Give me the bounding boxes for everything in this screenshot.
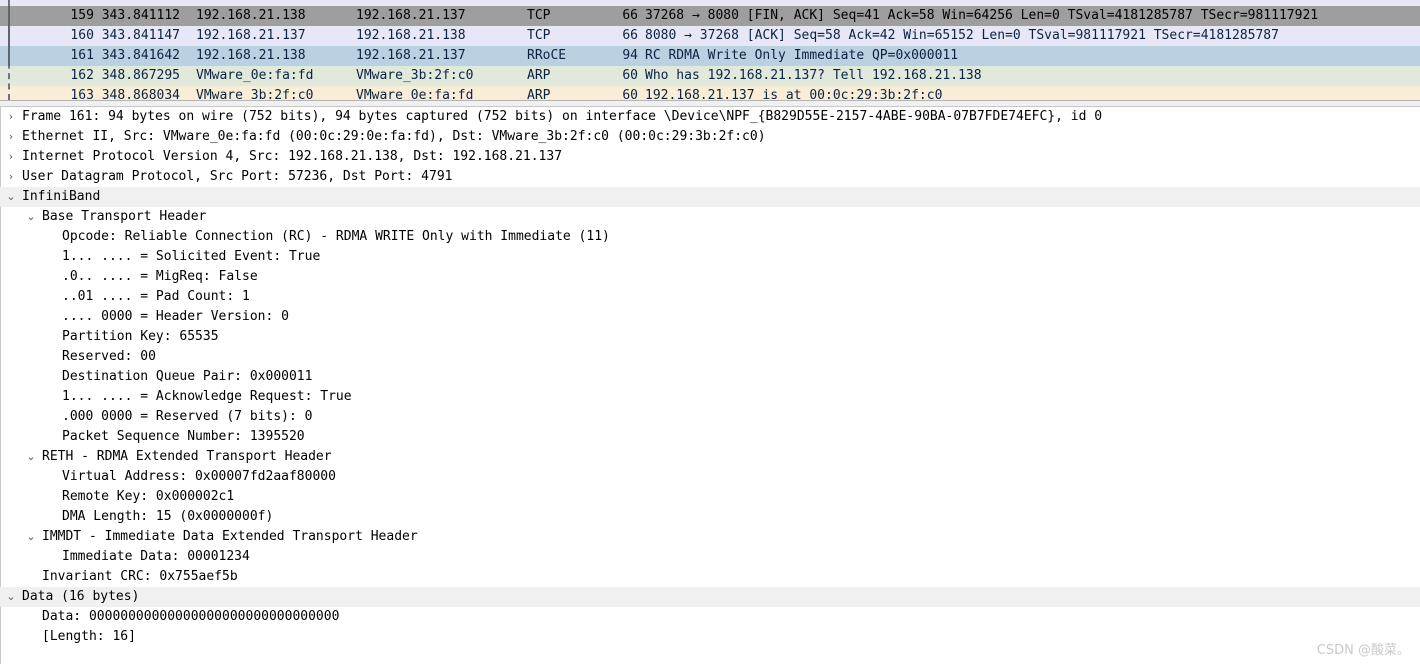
detail-field-label: [Length: 16] — [42, 629, 136, 644]
packet-no-time: 159 343.841112 — [70, 8, 180, 23]
detail-field-pad-count[interactable]: ..01 .... = Pad Count: 1 — [0, 287, 1420, 307]
detail-field-reserved-7-bits[interactable]: .000 0000 = Reserved (7 bits): 0 — [0, 407, 1420, 427]
packet-protocol: RRoCE — [527, 48, 567, 63]
chevron-down-icon[interactable]: ⌄ — [4, 187, 18, 207]
detail-node-label: Base Transport Header — [42, 209, 207, 224]
table-row[interactable]: 159 343.841112 192.168.21.138 192.168.21… — [0, 6, 1420, 26]
detail-node-immdt[interactable]: ⌄ IMMDT - Immediate Data Extended Transp… — [0, 527, 1420, 547]
detail-field-label: .000 0000 = Reserved (7 bits): 0 — [62, 409, 313, 424]
chevron-right-icon[interactable]: › — [4, 127, 18, 147]
detail-field-immediate-data[interactable]: Immediate Data: 00001234 — [0, 547, 1420, 567]
packet-no-time: 161 343.841642 — [70, 48, 180, 63]
packet-no-time: 163 348.868034 — [70, 88, 180, 100]
detail-field-label: Invariant CRC: 0x755aef5b — [42, 569, 238, 584]
packet-no-time: 162 348.867295 — [70, 68, 180, 83]
detail-field-dma-length[interactable]: DMA Length: 15 (0x0000000f) — [0, 507, 1420, 527]
chevron-right-icon[interactable]: › — [4, 147, 18, 167]
packet-protocol: ARP — [527, 68, 551, 83]
packet-length: 66 — [622, 28, 638, 43]
detail-field-label: Virtual Address: 0x00007fd2aaf80000 — [62, 469, 336, 484]
detail-node-label: Data (16 bytes) — [22, 589, 140, 604]
detail-node-data[interactable]: ⌄ Data (16 bytes) — [0, 587, 1420, 607]
detail-field-data-length[interactable]: [Length: 16] — [0, 627, 1420, 647]
detail-field-label: Remote Key: 0x000002c1 — [62, 489, 235, 504]
table-row[interactable]: 162 348.867295 VMware_0e:fa:fd VMware_3b… — [0, 66, 1420, 86]
detail-field-solicited-event[interactable]: 1... .... = Solicited Event: True — [0, 247, 1420, 267]
detail-node-label: IMMDT - Immediate Data Extended Transpor… — [42, 529, 418, 544]
csdn-watermark: CSDN @酸菜。 — [1316, 643, 1410, 658]
detail-field-packet-sequence-number[interactable]: Packet Sequence Number: 1395520 — [0, 427, 1420, 447]
detail-field-opcode[interactable]: Opcode: Reliable Connection (RC) - RDMA … — [0, 227, 1420, 247]
detail-node-label: RETH - RDMA Extended Transport Header — [42, 449, 332, 464]
table-row[interactable]: 161 343.841642 192.168.21.138 192.168.21… — [0, 46, 1420, 66]
table-row[interactable]: 163 348.868034 VMware_3b:2f:c0 VMware_0e… — [0, 86, 1420, 100]
detail-field-invariant-crc[interactable]: Invariant CRC: 0x755aef5b — [0, 567, 1420, 587]
detail-node-ethernet[interactable]: › Ethernet II, Src: VMware_0e:fa:fd (00:… — [0, 127, 1420, 147]
packet-info: 192.168.21.137 is at 00:0c:29:3b:2f:c0 — [645, 88, 943, 100]
detail-field-reserved[interactable]: Reserved: 00 — [0, 347, 1420, 367]
detail-node-label: Ethernet II, Src: VMware_0e:fa:fd (00:0c… — [22, 129, 766, 144]
detail-field-label: Partition Key: 65535 — [62, 329, 219, 344]
detail-field-remote-key[interactable]: Remote Key: 0x000002c1 — [0, 487, 1420, 507]
chevron-down-icon[interactable]: ⌄ — [24, 447, 38, 467]
detail-field-label: ..01 .... = Pad Count: 1 — [62, 289, 250, 304]
detail-field-label: Packet Sequence Number: 1395520 — [62, 429, 305, 444]
detail-node-ipv4[interactable]: › Internet Protocol Version 4, Src: 192.… — [0, 147, 1420, 167]
detail-node-infiniband[interactable]: ⌄ InfiniBand — [0, 187, 1420, 207]
detail-field-label: Data: 00000000000000000000000000000000 — [42, 609, 340, 624]
detail-field-label: 1... .... = Solicited Event: True — [62, 249, 321, 264]
detail-field-destination-queue-pair[interactable]: Destination Queue Pair: 0x000011 — [0, 367, 1420, 387]
packet-protocol: TCP — [527, 28, 551, 43]
pane-splitter[interactable] — [0, 100, 1420, 107]
detail-node-udp[interactable]: › User Datagram Protocol, Src Port: 5723… — [0, 167, 1420, 187]
detail-node-base-transport-header[interactable]: ⌄ Base Transport Header — [0, 207, 1420, 227]
chevron-down-icon[interactable]: ⌄ — [24, 207, 38, 227]
packet-protocol: TCP — [527, 8, 551, 23]
detail-node-reth[interactable]: ⌄ RETH - RDMA Extended Transport Header — [0, 447, 1420, 467]
detail-field-label: 1... .... = Acknowledge Request: True — [62, 389, 352, 404]
detail-field-label: DMA Length: 15 (0x0000000f) — [62, 509, 274, 524]
packet-list-pane[interactable]: 159 343.841112 192.168.21.138 192.168.21… — [0, 0, 1420, 100]
packet-detail-pane[interactable]: › Frame 161: 94 bytes on wire (752 bits)… — [0, 107, 1420, 664]
detail-node-frame[interactable]: › Frame 161: 94 bytes on wire (752 bits)… — [0, 107, 1420, 127]
chevron-down-icon[interactable]: ⌄ — [24, 527, 38, 547]
detail-node-label: Frame 161: 94 bytes on wire (752 bits), … — [22, 109, 1103, 124]
packet-length: 60 — [622, 88, 638, 100]
detail-field-label: Opcode: Reliable Connection (RC) - RDMA … — [62, 229, 610, 244]
chevron-right-icon[interactable]: › — [4, 167, 18, 187]
detail-field-virtual-address[interactable]: Virtual Address: 0x00007fd2aaf80000 — [0, 467, 1420, 487]
packet-no-time: 160 343.841147 — [70, 28, 180, 43]
detail-node-label: InfiniBand — [22, 189, 101, 204]
chevron-right-icon[interactable]: › — [4, 107, 18, 127]
packet-length: 60 — [622, 68, 638, 83]
detail-field-label: Destination Queue Pair: 0x000011 — [62, 369, 313, 384]
packet-info: 8080 → 37268 [ACK] Seq=58 Ack=42 Win=651… — [645, 28, 1279, 43]
packet-length: 66 — [622, 8, 638, 23]
packet-info: RC RDMA Write Only Immediate QP=0x000011 — [645, 48, 959, 63]
detail-field-migreq[interactable]: .0.. .... = MigReq: False — [0, 267, 1420, 287]
detail-field-label: .... 0000 = Header Version: 0 — [62, 309, 289, 324]
packet-protocol: ARP — [527, 88, 551, 100]
detail-field-partition-key[interactable]: Partition Key: 65535 — [0, 327, 1420, 347]
chevron-down-icon[interactable]: ⌄ — [4, 587, 18, 607]
detail-node-label: Internet Protocol Version 4, Src: 192.16… — [22, 149, 563, 164]
packet-length: 94 — [622, 48, 638, 63]
detail-field-header-version[interactable]: .... 0000 = Header Version: 0 — [0, 307, 1420, 327]
detail-field-data-bytes[interactable]: Data: 00000000000000000000000000000000 — [0, 607, 1420, 627]
detail-field-label: Immediate Data: 00001234 — [62, 549, 250, 564]
packet-info: Who has 192.168.21.137? Tell 192.168.21.… — [645, 68, 982, 83]
packet-info: 37268 → 8080 [FIN, ACK] Seq=41 Ack=58 Wi… — [645, 8, 1319, 23]
detail-field-acknowledge-request[interactable]: 1... .... = Acknowledge Request: True — [0, 387, 1420, 407]
detail-field-label: Reserved: 00 — [62, 349, 156, 364]
table-row[interactable]: 160 343.841147 192.168.21.137 192.168.21… — [0, 26, 1420, 46]
detail-field-label: .0.. .... = MigReq: False — [62, 269, 258, 284]
packet-list-rows: 159 343.841112 192.168.21.138 192.168.21… — [0, 0, 1420, 100]
detail-node-label: User Datagram Protocol, Src Port: 57236,… — [22, 169, 453, 184]
